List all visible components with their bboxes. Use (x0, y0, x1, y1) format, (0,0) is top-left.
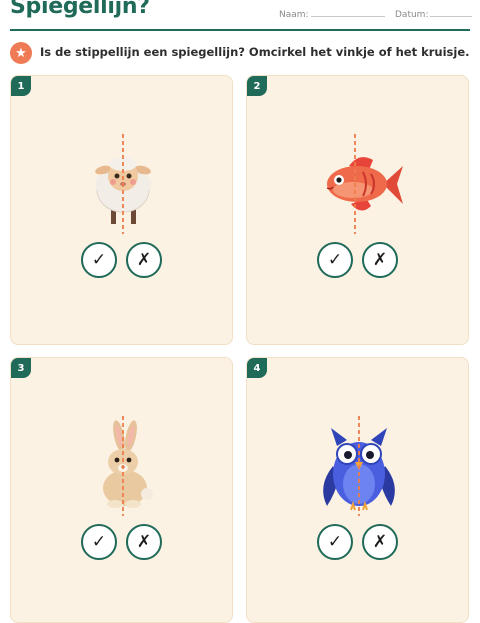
star-icon: ★ (10, 42, 32, 64)
cross-icon: ✗ (372, 532, 388, 552)
instruction-text: Is de stippellijn een spiegellijn? Omcir… (40, 45, 470, 59)
check-icon: ✓ (91, 250, 107, 270)
name-field: Naam: (279, 8, 385, 20)
cross-icon: ✗ (136, 250, 152, 270)
cross-button[interactable]: ✗ (362, 524, 398, 560)
exercise-number: 2 (247, 76, 267, 96)
check-button[interactable]: ✓ (81, 242, 117, 278)
check-icon: ✓ (327, 250, 343, 270)
header-divider (10, 29, 470, 31)
exercise-number: 4 (247, 358, 267, 378)
page-title: Spiegellijn? (10, 0, 150, 19)
check-button[interactable]: ✓ (81, 524, 117, 560)
cross-button[interactable]: ✗ (126, 242, 162, 278)
exercise-card-3: 3 ✓ ✗ (10, 357, 233, 623)
owl-illustration (323, 416, 395, 516)
cross-button[interactable]: ✗ (362, 242, 398, 278)
name-line[interactable] (310, 8, 385, 17)
fish-illustration (326, 134, 403, 234)
check-icon: ✓ (91, 532, 107, 552)
rabbit-illustration (103, 416, 153, 516)
exercise-card-4: 4 ✓ ✗ (246, 357, 469, 623)
cross-icon: ✗ (136, 532, 152, 552)
cross-button[interactable]: ✗ (126, 524, 162, 560)
cross-icon: ✗ (372, 250, 388, 270)
name-label: Naam: (279, 10, 309, 20)
exercise-number: 1 (11, 76, 31, 96)
exercise-number: 3 (11, 358, 31, 378)
check-button[interactable]: ✓ (317, 242, 353, 278)
check-icon: ✓ (327, 532, 343, 552)
exercise-card-1: 1 ✓ ✗ (10, 75, 233, 345)
check-button[interactable]: ✓ (317, 524, 353, 560)
date-line[interactable] (430, 8, 473, 17)
exercise-card-2: 2 ✓ ✗ (246, 75, 469, 345)
date-field: Datum: (395, 8, 473, 20)
date-label: Datum: (395, 10, 429, 20)
sheep-illustration (95, 134, 151, 234)
